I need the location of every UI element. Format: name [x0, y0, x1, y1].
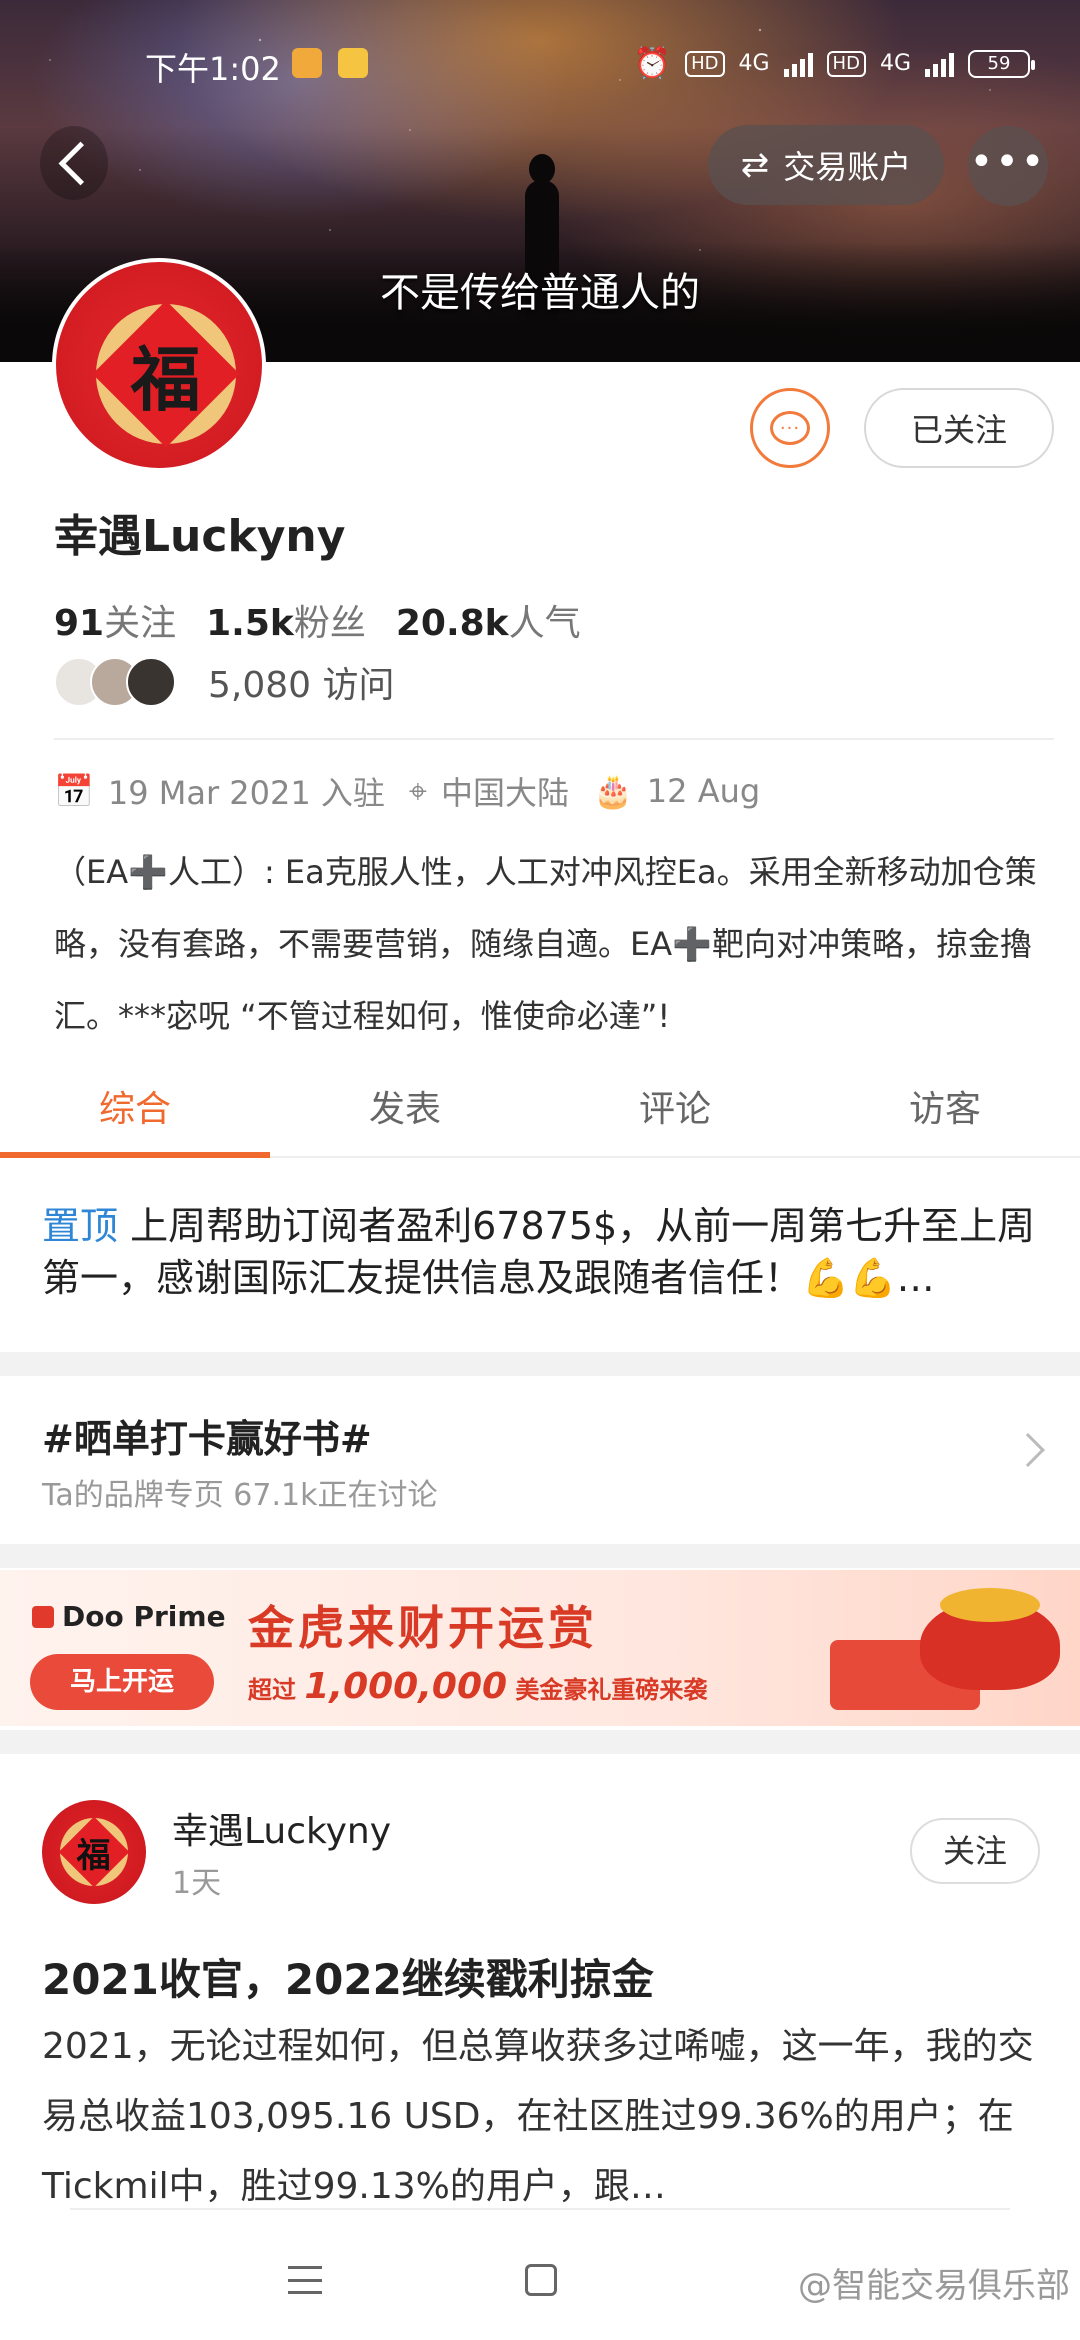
stat-following-label: 关注	[104, 603, 177, 644]
birthday: 12 Aug	[646, 772, 761, 810]
post-author-name[interactable]: 幸遇Luckyny	[172, 1802, 391, 1854]
status-icons: ⏰ HD 4G HD 4G 59	[633, 46, 1035, 81]
avatar-fu-char: 福	[131, 337, 201, 421]
chat-notification-icon	[292, 48, 322, 78]
tab-posts[interactable]: 发表	[270, 1070, 540, 1156]
post-avatar-badge: 福	[58, 1816, 130, 1888]
ad-headline: 金虎来财开运赏	[248, 1601, 598, 1655]
profile-username: 幸遇Luckyny	[54, 511, 346, 562]
chevron-right-icon	[1011, 1433, 1045, 1467]
calendar-icon: 📅	[54, 772, 94, 810]
watermark: @智能交易俱乐部	[798, 2266, 1070, 2306]
stat-following[interactable]: 91关注	[54, 594, 176, 646]
swap-icon: ⇄	[740, 145, 770, 185]
topic-card[interactable]: #晒单打卡赢好书# Ta的品牌专页 67.1k正在讨论	[0, 1378, 1080, 1538]
status-bar: 下午1:02 ⏰ HD 4G HD 4G 59	[0, 38, 1080, 90]
visit-count: 5,080 访问	[208, 665, 395, 706]
post-avatar-diamond: 福	[58, 1816, 130, 1888]
chat-bubble-icon: ···	[770, 411, 810, 445]
battery-icon: 59	[968, 49, 1035, 78]
stat-popularity-value: 20.8k	[395, 603, 509, 644]
pinned-tag: 置顶	[42, 1204, 119, 1248]
network-label-1: 4G	[738, 51, 770, 76]
ad-cta-button[interactable]: 马上开运	[30, 1654, 214, 1710]
profile-meta: 📅 19 Mar 2021 入驻 ⌖ 中国大陆 🎂 12 Aug	[54, 768, 760, 814]
avatar-diamond: 福	[92, 300, 240, 448]
ad-brand: Doo Prime	[32, 1600, 226, 1633]
profile-bio: （EA➕人工）: Ea克服人性，人工对冲风控Ea。采用全新移动加仓策略，没有套路…	[54, 853, 1037, 1035]
post-time: 1天	[172, 1866, 222, 1901]
message-button[interactable]: ···	[750, 388, 830, 468]
followed-button[interactable]: 已关注	[864, 388, 1054, 468]
stat-following-value: 91	[54, 603, 105, 644]
brand-logo-icon	[32, 1605, 54, 1628]
stat-fans[interactable]: 1.5k粉丝	[206, 594, 366, 646]
hd-badge-1: HD	[685, 50, 725, 77]
avatar-badge: 福	[92, 300, 240, 448]
post-author-avatar[interactable]: 福	[42, 1800, 146, 1904]
post-body[interactable]: 2021，无论过程如何，但总算收获多过唏嘘，这一年，我的交易总收益103,095…	[42, 2012, 1042, 2222]
section-separator	[0, 1544, 1080, 1568]
divider	[70, 2208, 1010, 2210]
ad-sub-suffix: 美金豪礼重磅来袭	[515, 1676, 708, 1704]
post-follow-button[interactable]: 关注	[910, 1818, 1040, 1884]
profile-tabs: 综合 发表 评论 访客	[0, 1070, 1080, 1158]
alarm-icon: ⏰	[633, 46, 672, 81]
profile-stats: 91关注 1.5k粉丝 20.8k人气	[54, 594, 581, 646]
hd-badge-2: HD	[826, 50, 866, 77]
menu-icon[interactable]	[288, 2266, 322, 2294]
stat-popularity-label: 人气	[508, 603, 581, 644]
section-separator	[0, 1352, 1080, 1376]
promo-banner[interactable]: Doo Prime 马上开运 金虎来财开运赏 超过 1,000,000 美金豪礼…	[0, 1570, 1080, 1726]
visitors-row[interactable]: 5,080 访问	[54, 656, 395, 708]
ad-sub-prefix: 超过	[248, 1676, 296, 1704]
tab-visitors[interactable]: 访客	[810, 1070, 1080, 1156]
tab-comments[interactable]: 评论	[540, 1070, 810, 1156]
back-button[interactable]	[40, 126, 108, 200]
section-separator	[0, 1730, 1080, 1754]
profile-avatar[interactable]: 福	[52, 258, 266, 472]
status-time: 下午1:02	[145, 50, 281, 88]
stat-popularity[interactable]: 20.8k人气	[396, 594, 581, 646]
topic-subtitle: Ta的品牌专页 67.1k正在讨论	[42, 1478, 438, 1513]
location: 中国大陆	[440, 774, 569, 812]
ad-subline: 超过 1,000,000 美金豪礼重磅来袭	[248, 1666, 707, 1707]
divider	[54, 738, 1054, 740]
visitor-avatar	[126, 657, 176, 707]
pinned-text: 上周帮助订阅者盈利67875$，从前一周第七升至上周第一，感谢国际汇友提供信息及…	[42, 1204, 1036, 1300]
mail-notification-icon	[338, 48, 368, 78]
post-avatar-fu-char: 福	[77, 1835, 111, 1876]
trade-account-label: 交易账户	[783, 148, 912, 186]
tab-overview[interactable]: 综合	[0, 1070, 270, 1158]
more-options-button[interactable]: •••	[968, 126, 1048, 206]
post-title[interactable]: 2021收官，2022继续戳利掠金	[42, 1946, 654, 2007]
network-label-2: 4G	[879, 51, 911, 76]
stat-fans-label: 粉丝	[293, 603, 366, 644]
ad-brand-name: Doo Prime	[62, 1600, 226, 1633]
topic-title: #晒单打卡赢好书#	[42, 1417, 372, 1461]
gold-ingot-graphic	[940, 1588, 1040, 1622]
joined-date: 19 Mar 2021 入驻	[107, 774, 385, 812]
home-icon[interactable]	[525, 2264, 557, 2296]
signal-icon-1	[783, 51, 813, 77]
location-pin-icon: ⌖	[408, 771, 427, 810]
system-nav-bar: @智能交易俱乐部	[0, 2230, 1080, 2340]
ad-illustration	[790, 1580, 1080, 1726]
signal-icon-2	[925, 51, 954, 77]
stat-fans-value: 1.5k	[206, 603, 294, 644]
birthday-cake-icon: 🎂	[592, 772, 633, 810]
pinned-post[interactable]: 置顶 上周帮助订阅者盈利67875$，从前一周第七升至上周第一，感谢国际汇友提供…	[42, 1200, 1042, 1304]
trade-account-button[interactable]: ⇄ 交易账户	[708, 125, 944, 205]
ad-sub-amount: 1,000,000	[304, 1666, 508, 1707]
